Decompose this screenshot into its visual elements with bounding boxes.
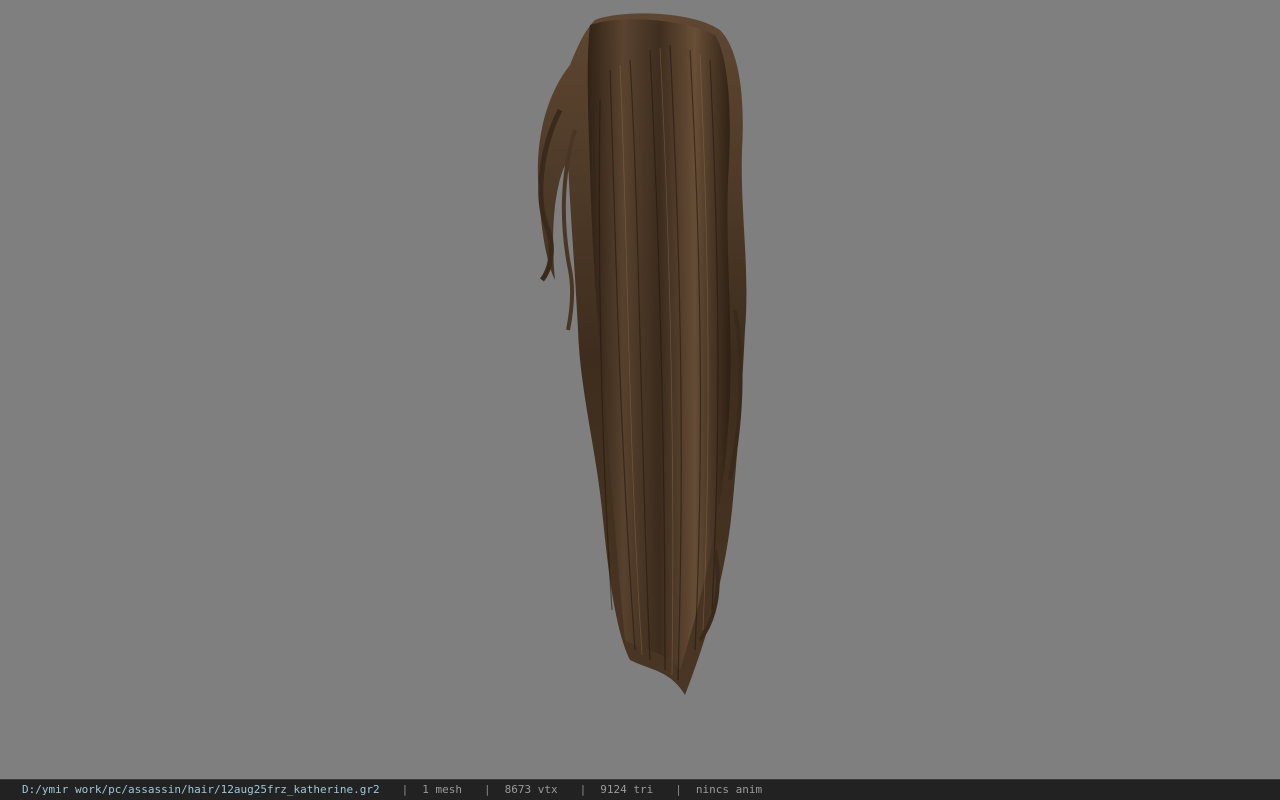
hair-model <box>537 13 747 695</box>
3d-viewport[interactable] <box>0 0 1280 779</box>
separator: | <box>401 783 409 796</box>
triangle-count-label: 9124 tri <box>600 783 654 796</box>
anim-status-label: nincs anim <box>695 783 763 796</box>
status-bar: D:/ymir work/pc/assassin/hair/12aug25frz… <box>0 779 1280 800</box>
vertex-count-label: 8673 vtx <box>504 783 558 796</box>
separator: | <box>579 783 587 796</box>
file-path-label: D:/ymir work/pc/assassin/hair/12aug25frz… <box>22 783 380 796</box>
separator: | <box>484 783 491 796</box>
mesh-count-label: 1 mesh <box>422 783 462 796</box>
separator: | <box>675 783 682 796</box>
